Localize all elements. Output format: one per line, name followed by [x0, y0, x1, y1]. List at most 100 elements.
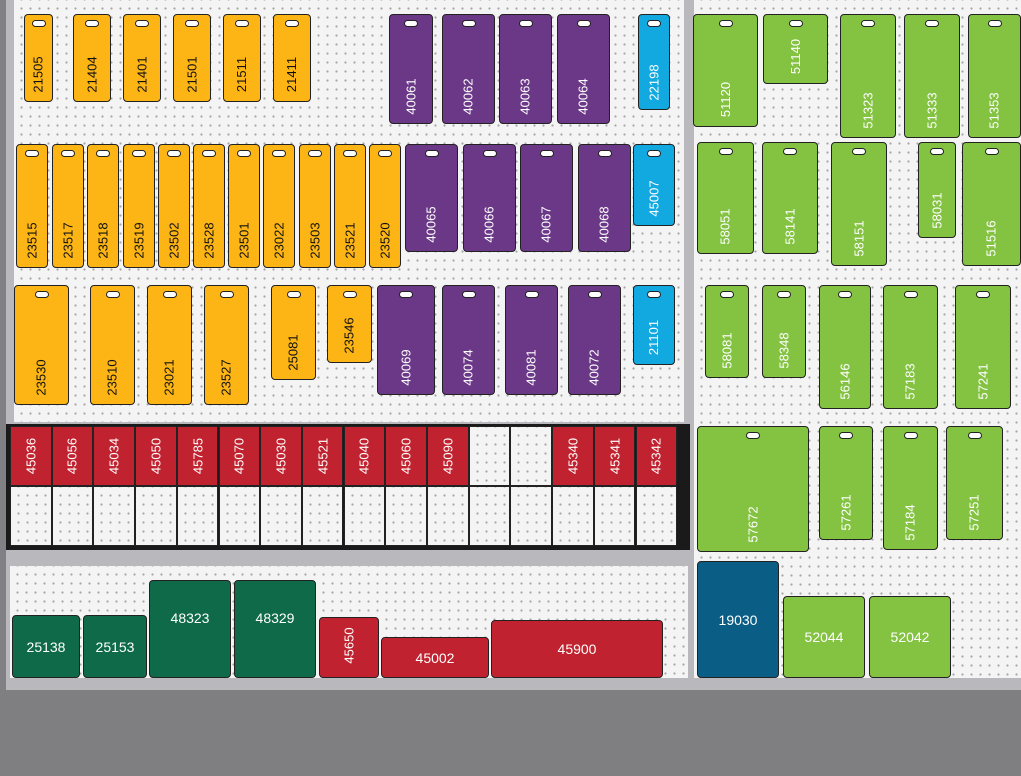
product-tag[interactable]: 58051	[697, 142, 754, 254]
product-tag[interactable]: 57251	[946, 426, 1003, 540]
product-tag[interactable]: 40066	[463, 144, 516, 252]
product-tag[interactable]: 45650	[319, 617, 379, 678]
product-tag[interactable]: 25081	[271, 285, 316, 380]
product-tag[interactable]: 21401	[123, 14, 161, 102]
product-tag[interactable]: 57184	[883, 426, 938, 550]
product-tag[interactable]: 40074	[442, 285, 495, 395]
product-tag[interactable]: 23518	[87, 144, 119, 268]
product-tag[interactable]: 40065	[405, 144, 458, 252]
empty-shelf-slot[interactable]	[51, 486, 94, 546]
shelf-slot[interactable]: 45070	[218, 426, 261, 486]
product-tag[interactable]: 23510	[90, 285, 135, 405]
empty-shelf-slot[interactable]	[10, 486, 52, 546]
product-tag[interactable]: 52042	[869, 596, 951, 678]
product-tag[interactable]: 40063	[499, 14, 552, 124]
product-tag[interactable]: 40064	[557, 14, 610, 124]
product-tag[interactable]: 51353	[968, 14, 1021, 138]
empty-shelf-slot[interactable]	[301, 486, 344, 546]
product-tag[interactable]: 23521	[334, 144, 366, 268]
product-tag[interactable]: 23520	[369, 144, 401, 268]
product-tag[interactable]: 23530	[14, 285, 69, 405]
product-tag[interactable]: 58031	[918, 142, 956, 238]
shelf-slot[interactable]: 45090	[427, 426, 469, 486]
product-tag[interactable]: 51516	[962, 142, 1021, 266]
product-tag[interactable]: 58081	[705, 285, 749, 378]
empty-shelf-slot[interactable]	[260, 486, 302, 546]
empty-shelf-slot[interactable]	[218, 486, 261, 546]
product-tag[interactable]: 40062	[442, 14, 495, 124]
empty-shelf-slot[interactable]	[593, 486, 636, 546]
product-tag[interactable]: 40069	[377, 285, 435, 395]
shelf-slot[interactable]: 45342	[635, 426, 678, 486]
product-tag[interactable]: 40067	[520, 144, 573, 252]
product-tag[interactable]: 23527	[204, 285, 249, 405]
empty-shelf-slot[interactable]	[343, 486, 386, 546]
product-tag[interactable]: 21411	[273, 14, 311, 102]
shelf-slot[interactable]: 45341	[593, 426, 636, 486]
shelf-slot[interactable]: 45521	[301, 426, 344, 486]
product-tag[interactable]: 48329	[234, 580, 316, 678]
product-tag[interactable]: 23515	[16, 144, 48, 268]
product-tag[interactable]: 58141	[762, 142, 818, 254]
product-tag[interactable]: 23503	[299, 144, 331, 268]
product-tag[interactable]: 57261	[819, 426, 873, 540]
shelf-slot[interactable]: 45030	[260, 426, 302, 486]
product-tag[interactable]: 23501	[228, 144, 260, 268]
product-tag[interactable]: 57183	[883, 285, 938, 409]
product-tag[interactable]: 21404	[73, 14, 111, 102]
product-tag[interactable]: 51333	[904, 14, 960, 138]
product-tag[interactable]: 57241	[955, 285, 1011, 409]
product-tag[interactable]: 45002	[381, 637, 489, 678]
product-tag[interactable]: 23546	[327, 285, 372, 363]
product-tag[interactable]: 21511	[223, 14, 261, 102]
product-tag[interactable]: 21101	[633, 285, 675, 365]
product-tag[interactable]: 51120	[693, 14, 758, 127]
shelf-slot[interactable]: 45060	[385, 426, 427, 486]
product-tag[interactable]: 19030	[697, 561, 779, 678]
shelf-slot[interactable]: 45340	[552, 426, 594, 486]
product-tag[interactable]: 40061	[389, 14, 433, 124]
product-tag[interactable]: 45007	[633, 144, 675, 226]
empty-shelf-slot[interactable]	[93, 486, 135, 546]
product-tag[interactable]: 22198	[638, 14, 670, 110]
empty-shelf-slot[interactable]	[635, 486, 678, 546]
product-tag[interactable]: 52044	[783, 596, 865, 678]
empty-shelf-slot[interactable]	[385, 486, 427, 546]
empty-shelf-slot[interactable]	[427, 486, 469, 546]
product-tag[interactable]: 58348	[762, 285, 806, 378]
product-tag[interactable]: 45900	[491, 620, 663, 678]
empty-shelf-slot[interactable]	[468, 426, 511, 486]
shelf-slot[interactable]: 45036	[10, 426, 52, 486]
product-tag[interactable]: 21501	[173, 14, 211, 102]
product-tag[interactable]: 57672	[697, 426, 809, 552]
product-tag[interactable]: 40068	[578, 144, 631, 252]
product-tag[interactable]: 25153	[83, 615, 147, 678]
product-tag[interactable]: 23528	[193, 144, 225, 268]
product-tag[interactable]: 23517	[52, 144, 84, 268]
empty-shelf-slot[interactable]	[468, 486, 511, 546]
product-tag[interactable]: 51323	[840, 14, 896, 138]
product-tag[interactable]: 51140	[763, 14, 828, 84]
product-tag[interactable]: 56146	[819, 285, 871, 409]
product-tag[interactable]: 23502	[158, 144, 190, 268]
shelf-slot[interactable]: 45056	[51, 426, 94, 486]
empty-shelf-slot[interactable]	[510, 486, 552, 546]
product-tag[interactable]: 58151	[831, 142, 887, 266]
shelf-slot[interactable]: 45050	[135, 426, 177, 486]
product-tag[interactable]: 25138	[12, 615, 80, 678]
product-tag[interactable]: 48323	[149, 580, 231, 678]
product-tag[interactable]: 23519	[123, 144, 155, 268]
shelf-slot[interactable]: 45785	[176, 426, 219, 486]
product-tag[interactable]: 40072	[568, 285, 621, 395]
product-tag[interactable]: 21505	[24, 14, 53, 102]
product-tag[interactable]: 40081	[505, 285, 558, 395]
empty-shelf-slot[interactable]	[135, 486, 177, 546]
empty-shelf-slot[interactable]	[552, 486, 594, 546]
product-tag[interactable]: 23021	[147, 285, 192, 405]
empty-shelf-slot[interactable]	[510, 426, 552, 486]
product-tag[interactable]: 23022	[263, 144, 295, 268]
shelf-slot[interactable]: 45040	[343, 426, 386, 486]
empty-shelf-slot[interactable]	[176, 486, 219, 546]
shelf-slot[interactable]: 45034	[93, 426, 135, 486]
product-code-text: 21505	[31, 55, 46, 93]
